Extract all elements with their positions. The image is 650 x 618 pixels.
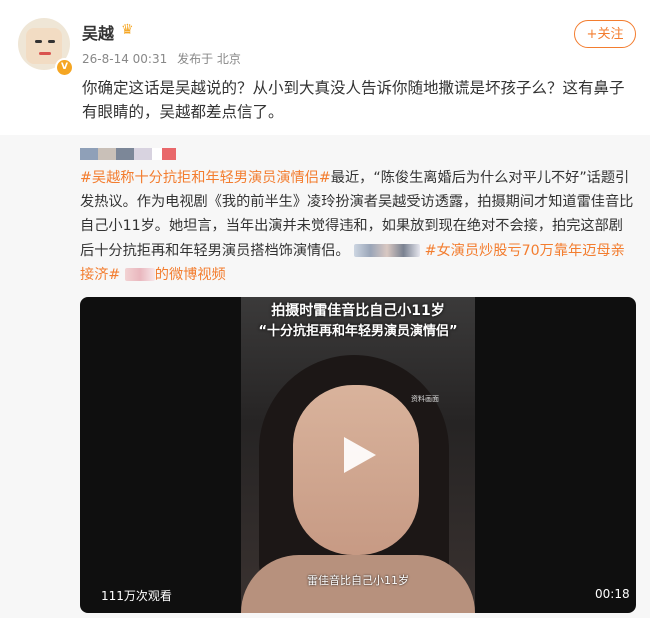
crown-icon: ♛ [121,22,134,38]
video-subtitle: 雷佳音比自己小11岁 [307,574,409,587]
post-header: V 吴越 ♛ 26-8-14 00:31 发布于 北京 +关注 你确定这话是吴越… [0,0,650,135]
blurred-video-owner [124,268,155,282]
avatar-eye [35,40,42,43]
post-location: 发布于 北京 [177,52,241,66]
blurred-mention [354,244,421,258]
avatar-mouth [39,52,51,55]
view-count: 111万次观看 [101,589,172,603]
follow-button[interactable]: +关注 [574,20,636,48]
verified-badge-icon: V [55,58,74,77]
username[interactable]: 吴越 [82,20,114,44]
video-source-link[interactable]: 的微博视频 [155,267,226,283]
repost-body: #吴越称十分抗拒和年轻男演员演情侣#最近，“陈俊生离婚后为什么对平儿不好”话题引… [80,166,636,287]
video-player[interactable]: 拍摄时雷佳音比自己小11岁 “十分抗拒再和年轻男演员演情侣” 资料画面 雷佳音比… [80,297,636,613]
topic-link[interactable]: #吴越称十分抗拒和年轻男演员演情侣# [80,170,331,186]
play-icon[interactable] [338,435,378,475]
post-date[interactable]: 26-8-14 00:31 [82,52,167,66]
avatar-eye [48,40,55,43]
video-watermark: 资料画面 [411,395,439,403]
post-comment: 你确定这话是吴越说的？从小到大真没人告诉你随地撒谎是坏孩子么？这有鼻子有眼睛的，… [82,79,625,121]
post-meta: 26-8-14 00:31 发布于 北京 [82,50,247,67]
avatar-face [26,28,62,64]
video-caption-quote: “十分抗拒再和年轻男演员演情侣” [258,324,458,339]
blurred-username [80,148,176,160]
video-caption-top: 拍摄时雷佳音比自己小11岁 [271,303,445,319]
video-duration: 00:18 [595,587,630,601]
